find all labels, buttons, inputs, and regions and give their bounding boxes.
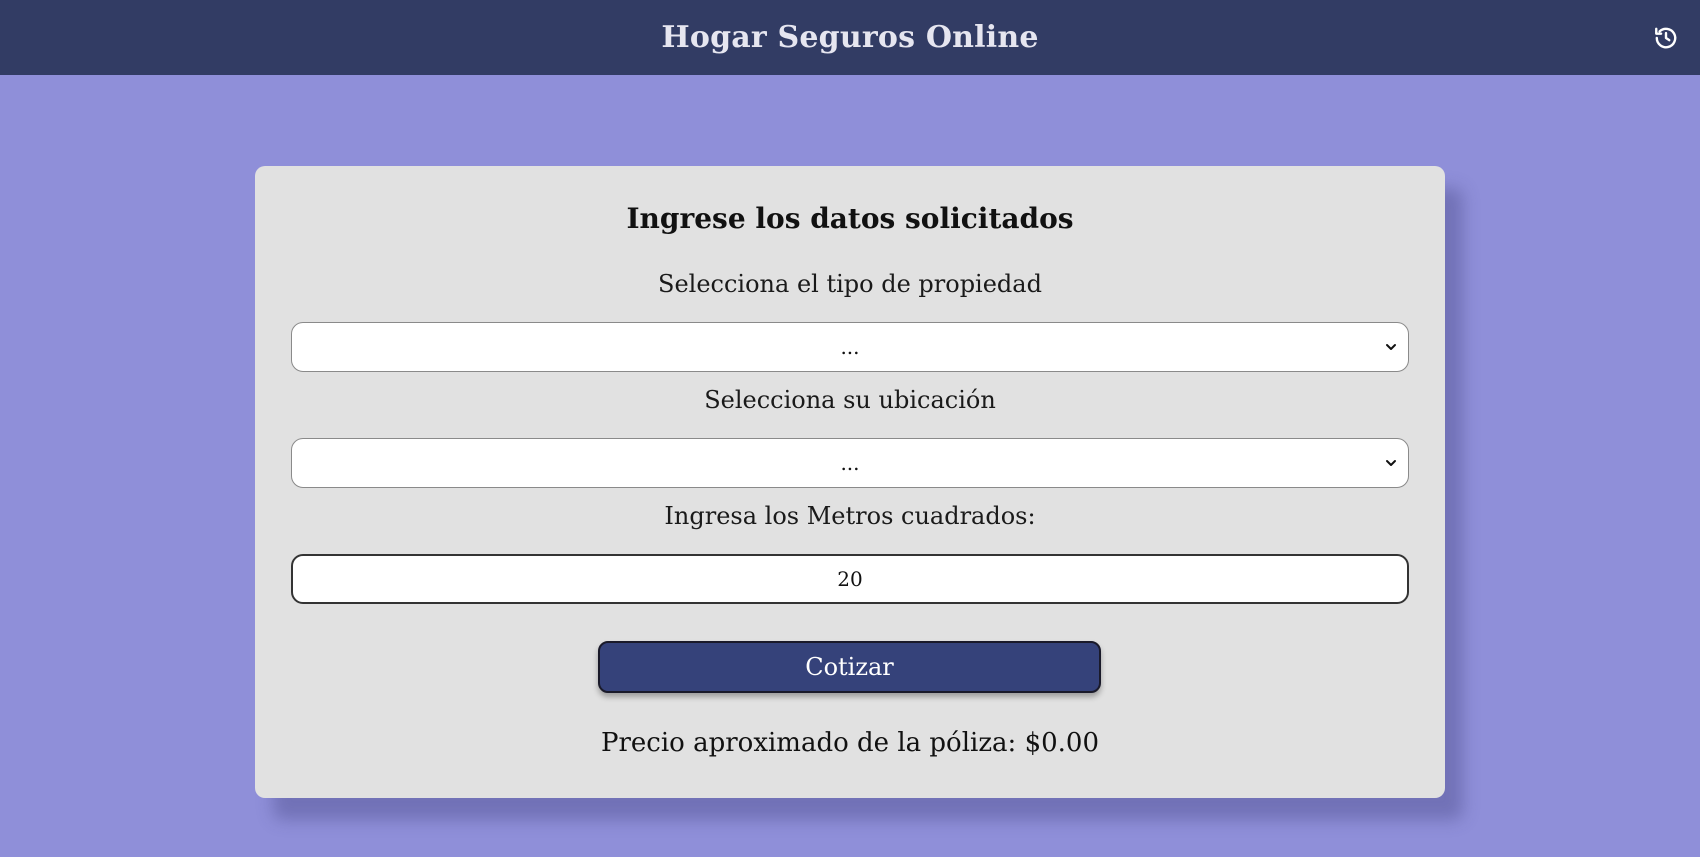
form-title: Ingrese los datos solicitados [626, 202, 1074, 235]
history-icon [1655, 27, 1677, 49]
property-type-value: ... [840, 335, 860, 359]
price-value: $0.00 [1024, 728, 1099, 758]
quote-form-card: Ingrese los datos solicitados Selecciona… [255, 166, 1445, 798]
location-value: ... [840, 451, 860, 475]
property-type-label: Selecciona el tipo de propiedad [658, 270, 1042, 298]
estimated-price: Precio aproximado de la póliza: $0.00 [255, 728, 1445, 758]
quote-button[interactable]: Cotizar [598, 641, 1101, 693]
chevron-down-icon [1386, 460, 1396, 466]
price-label: Precio aproximado de la póliza: [601, 728, 1025, 758]
history-button[interactable] [1648, 20, 1684, 56]
chevron-down-icon [1386, 344, 1396, 350]
square-meters-input[interactable] [291, 554, 1409, 604]
app-title: Hogar Seguros Online [661, 20, 1039, 55]
top-bar: Hogar Seguros Online [0, 0, 1700, 75]
square-meters-label: Ingresa los Metros cuadrados: [664, 502, 1036, 530]
location-select[interactable]: ... [291, 438, 1409, 488]
property-type-select[interactable]: ... [291, 322, 1409, 372]
location-label: Selecciona su ubicación [704, 386, 996, 414]
